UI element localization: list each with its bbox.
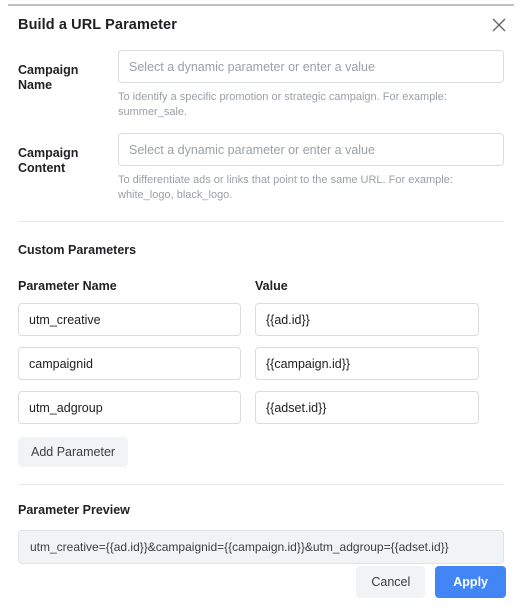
dialog-footer: Cancel Apply (356, 566, 506, 598)
campaign-name-input[interactable] (118, 50, 504, 83)
parameter-value-input-1[interactable] (255, 303, 479, 336)
parameter-value-input-2[interactable] (255, 347, 479, 380)
page-title: Build a URL Parameter (18, 17, 177, 33)
table-row (0, 391, 522, 424)
apply-button[interactable]: Apply (435, 566, 506, 598)
row-gap (241, 347, 255, 380)
column-header-parameter-name: Parameter Name (18, 279, 117, 293)
custom-parameters-heading: Custom Parameters (18, 243, 137, 257)
parameters-table-header: Parameter Name Value (0, 257, 522, 293)
campaign-name-field-column: To identify a specific promotion or stra… (118, 50, 504, 120)
dialog-header: Build a URL Parameter (0, 8, 522, 42)
parameter-value-input-3[interactable] (255, 391, 479, 424)
campaign-name-helper-text: To identify a specific promotion or stra… (118, 91, 447, 118)
row-gap (241, 303, 255, 336)
parameter-name-input-2[interactable] (18, 347, 241, 380)
close-icon[interactable] (487, 13, 511, 37)
campaign-content-label: Campaign Content (18, 146, 79, 175)
field-row-campaign-name: Campaign Name To identify a specific pro… (0, 50, 522, 120)
campaign-content-input[interactable] (118, 133, 504, 166)
table-row (0, 347, 522, 380)
build-url-parameter-dialog: Build a URL Parameter Campaign Name To i… (0, 8, 522, 610)
parameter-name-input-1[interactable] (18, 303, 241, 336)
campaign-content-helper-text: To differentiate ads or links that point… (118, 174, 453, 201)
parameter-name-input-3[interactable] (18, 391, 241, 424)
field-row-campaign-content: Campaign Content To differentiate ads or… (0, 133, 522, 203)
column-header-value: Value (255, 279, 288, 293)
scrolled-content-sliver (8, 4, 514, 6)
campaign-name-label: Campaign Name (18, 63, 79, 92)
row-gap (241, 391, 255, 424)
campaign-content-field-column: To differentiate ads or links that point… (118, 133, 504, 203)
table-row (0, 303, 522, 336)
parameter-preview-value: utm_creative={{ad.id}}&campaignid={{camp… (18, 530, 504, 564)
add-parameter-button[interactable]: Add Parameter (18, 437, 129, 467)
parameter-preview-heading: Parameter Preview (18, 503, 130, 517)
cancel-button[interactable]: Cancel (356, 566, 426, 598)
